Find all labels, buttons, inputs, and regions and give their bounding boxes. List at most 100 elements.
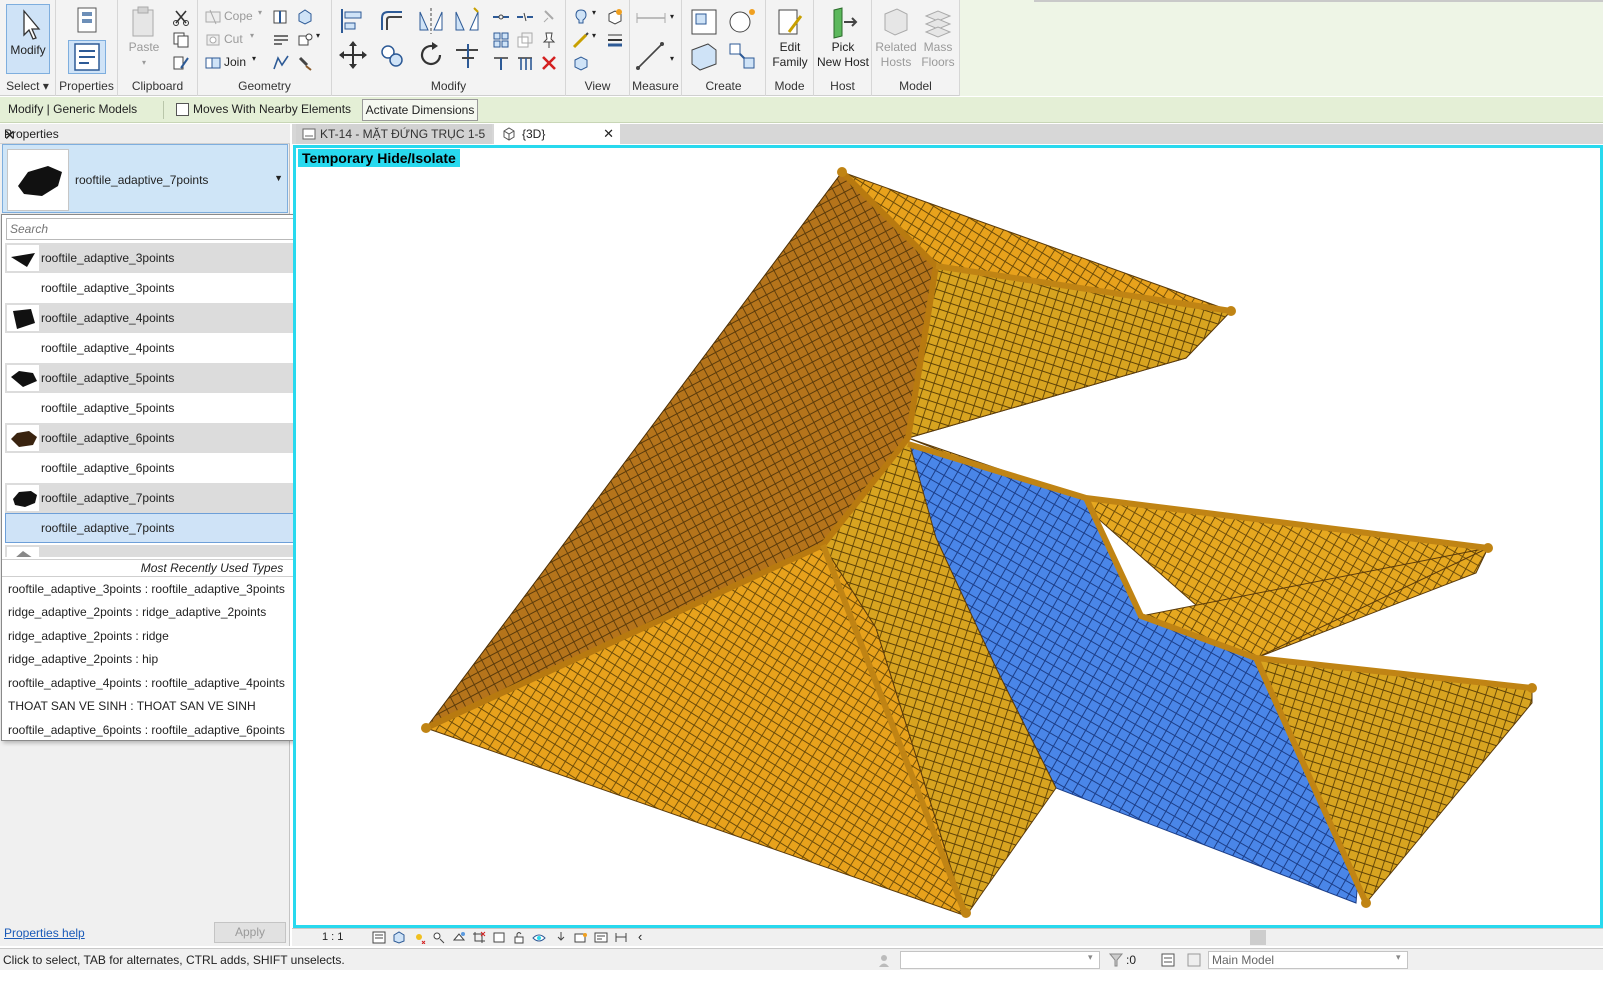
select-dropdown[interactable]: Select ▾: [0, 79, 55, 93]
close-icon[interactable]: ✕: [4, 127, 284, 144]
edit-profile-icon[interactable]: [272, 54, 290, 72]
cope-icon[interactable]: [204, 8, 222, 26]
type-dropdown-arrow[interactable]: ▼: [274, 173, 283, 183]
show-crop-icon[interactable]: [492, 931, 506, 944]
edit-family-button[interactable]: Edit Family: [770, 6, 810, 70]
trim-multiple-icon[interactable]: [516, 54, 534, 72]
scroll-left-icon[interactable]: ‹: [638, 929, 642, 944]
rotate-icon[interactable]: [416, 40, 446, 70]
linework-dropdown-arrow[interactable]: ▾: [592, 31, 596, 40]
modify-button[interactable]: Modify: [6, 4, 50, 74]
create-group-icon[interactable]: [688, 40, 720, 72]
geometry-more-arrow[interactable]: ▾: [316, 31, 320, 40]
activate-dimensions-button[interactable]: Activate Dimensions: [362, 99, 478, 121]
horizontal-scrollbar-thumb[interactable]: [1250, 930, 1266, 945]
3d-viewport[interactable]: Temporary Hide/Isolate: [293, 145, 1603, 928]
paint-icon[interactable]: [296, 8, 314, 26]
design-option-select[interactable]: Main Model: [1208, 951, 1408, 969]
tab-elevation[interactable]: KT-14 - MẶT ĐỨNG TRỤC 1-5: [296, 124, 492, 144]
mru-item[interactable]: ridge_adaptive_2points : ridge_adaptive_…: [8, 605, 266, 619]
crop-view-icon[interactable]: [472, 931, 486, 944]
visual-style-icon[interactable]: [392, 931, 406, 944]
copy-element-icon[interactable]: [378, 40, 408, 70]
cut-dropdown-arrow[interactable]: ▾: [250, 31, 254, 40]
mru-item[interactable]: rooftile_adaptive_3points : rooftile_ada…: [8, 582, 285, 596]
create-similar-icon[interactable]: [726, 40, 758, 72]
trim-extend-icon[interactable]: [452, 40, 482, 70]
reveal-hidden-icon[interactable]: [554, 931, 568, 944]
trim-single-icon[interactable]: [492, 54, 510, 72]
temporary-hide-icon[interactable]: [532, 931, 546, 944]
override-dropdown-arrow[interactable]: ▾: [592, 8, 596, 17]
sun-path-icon[interactable]: [412, 931, 426, 944]
join-dropdown-arrow[interactable]: ▾: [252, 54, 256, 63]
filter-icon[interactable]: [1108, 952, 1124, 968]
worksets-icon[interactable]: [876, 952, 892, 968]
split-face-icon[interactable]: [272, 8, 290, 26]
design-option-dropdown-arrow[interactable]: ▾: [1396, 952, 1401, 963]
copy-icon[interactable]: [172, 31, 190, 49]
split-gap-icon[interactable]: [516, 8, 534, 26]
analytical-model-icon[interactable]: [614, 931, 628, 944]
apply-button[interactable]: Apply: [214, 922, 286, 943]
type-selector[interactable]: rooftile_adaptive_7points ▼: [2, 144, 288, 213]
linework-icon[interactable]: [572, 31, 590, 49]
mru-item[interactable]: THOAT SAN VE SINH : THOAT SAN VE SINH: [8, 699, 256, 713]
mru-item[interactable]: ridge_adaptive_2points : ridge: [8, 629, 169, 643]
related-hosts-button[interactable]: Related Hosts: [874, 6, 918, 70]
array-icon[interactable]: [492, 31, 510, 49]
hammer-icon[interactable]: [296, 54, 314, 72]
split-element-icon[interactable]: [492, 8, 510, 26]
dimension-dropdown-arrow[interactable]: ▾: [670, 54, 674, 63]
mirror-axis-icon[interactable]: [416, 6, 446, 36]
shadows-icon[interactable]: [432, 931, 446, 944]
properties-button[interactable]: [68, 40, 106, 74]
wall-joins-icon[interactable]: [272, 31, 290, 49]
rendering-icon[interactable]: [452, 931, 466, 944]
moves-with-nearby-label[interactable]: Moves With Nearby Elements: [193, 102, 351, 116]
design-options-icon[interactable]: [1186, 952, 1202, 968]
unpin-icon[interactable]: [540, 8, 558, 26]
override-graphics-icon[interactable]: [572, 8, 590, 26]
paste-button[interactable]: Paste ▾: [126, 6, 162, 70]
create-parts-icon[interactable]: [726, 6, 758, 38]
view-scale[interactable]: 1 : 1: [322, 931, 343, 943]
pick-new-host-button[interactable]: Pick New Host: [816, 6, 870, 70]
mru-item[interactable]: ridge_adaptive_2points : hip: [8, 652, 158, 666]
hide-in-view-icon[interactable]: [606, 8, 624, 26]
cut-geometry-icon[interactable]: [204, 31, 222, 49]
mirror-draw-icon[interactable]: [452, 6, 482, 36]
mru-item[interactable]: rooftile_adaptive_4points : rooftile_ada…: [8, 676, 285, 690]
cope-dropdown-arrow[interactable]: ▾: [258, 8, 262, 17]
editing-requests-icon[interactable]: [1160, 952, 1176, 968]
align-icon[interactable]: [338, 6, 368, 36]
create-assembly-icon[interactable]: [688, 6, 720, 38]
moves-with-nearby-checkbox[interactable]: [176, 103, 189, 116]
measure-dropdown-arrow[interactable]: ▾: [670, 12, 674, 21]
mass-floors-button[interactable]: Mass Floors: [918, 6, 958, 70]
join-icon[interactable]: [204, 54, 222, 72]
workset-dropdown-arrow[interactable]: ▾: [1088, 952, 1093, 963]
aligned-dimension-icon[interactable]: [634, 40, 668, 72]
type-properties-icon[interactable]: [70, 6, 104, 36]
line-weights-icon[interactable]: [606, 31, 624, 49]
demolish-icon[interactable]: [296, 31, 314, 49]
temporary-view-props-icon[interactable]: [574, 931, 588, 944]
move-icon[interactable]: [338, 40, 368, 70]
worksharing-display-icon[interactable]: [594, 931, 608, 944]
pin-icon[interactable]: [540, 31, 558, 49]
offset-icon[interactable]: [378, 6, 408, 36]
selection-box-icon[interactable]: [572, 54, 590, 72]
close-icon[interactable]: ✕: [603, 124, 614, 144]
unlocked-3d-view-icon[interactable]: [512, 931, 526, 944]
roof-model[interactable]: [296, 148, 1600, 925]
scale-icon[interactable]: [516, 31, 534, 49]
mru-item[interactable]: rooftile_adaptive_6points : rooftile_ada…: [8, 723, 285, 737]
workset-select[interactable]: [900, 951, 1100, 969]
tab-3d[interactable]: {3D} ✕: [494, 124, 620, 144]
delete-icon[interactable]: [540, 54, 558, 72]
measure-between-icon[interactable]: [634, 8, 668, 28]
detail-level-icon[interactable]: [372, 931, 386, 944]
properties-help-link[interactable]: Properties help: [4, 926, 85, 940]
cut-scissors-icon[interactable]: [172, 8, 190, 26]
